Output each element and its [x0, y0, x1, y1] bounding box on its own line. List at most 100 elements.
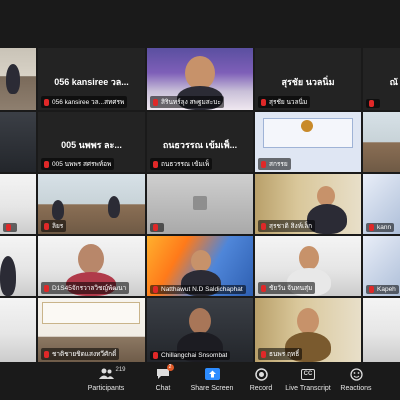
participants-button[interactable]: 219 Participants	[76, 367, 136, 392]
mic-muted-icon	[153, 224, 158, 231]
name-label: 005 นพพร สศรพท์อพ	[41, 158, 115, 170]
reactions-icon	[349, 367, 363, 381]
video-feed	[0, 112, 36, 172]
name-label: สกรรย	[258, 158, 291, 170]
live-transcript-label: Live Transcript	[285, 385, 331, 392]
reactions-button[interactable]: Reactions	[326, 367, 386, 392]
video-tile[interactable]: Chillangchai Snsombat	[147, 298, 253, 362]
video-tile[interactable]: สุรชาติ สิงห์เล็ก	[255, 174, 361, 234]
participant-head	[317, 186, 335, 206]
name-label: ลิยร	[41, 220, 67, 232]
video-tile[interactable]: ถนธวรรณ เข้มเพ็... ถนธวรรณ เข้มเพ็	[147, 112, 253, 172]
participant-name: 056 kansiree วล...	[54, 77, 129, 88]
mic-muted-icon	[261, 98, 266, 106]
mic-muted-icon	[153, 286, 158, 293]
name-label: D1S45จักรวาลวิชญ์พัฒนา	[41, 282, 130, 294]
mic-muted-icon	[261, 222, 266, 230]
video-tile[interactable]: D1S45จักรวาลวิชญ์พัฒนา	[38, 236, 145, 296]
reactions-label: Reactions	[340, 385, 372, 392]
name-label: ชาติชายชิดแสงทวีศักดิ์	[41, 348, 120, 360]
record-icon	[254, 367, 268, 381]
mic-muted-icon	[44, 284, 49, 292]
video-gallery: 056 kansiree วล... 056 kansiree วล...สทศ…	[0, 48, 400, 362]
mic-muted-icon	[369, 286, 374, 293]
mic-muted-icon	[153, 160, 158, 168]
share-screen-icon	[204, 368, 220, 380]
mic-muted-icon	[369, 100, 374, 107]
video-tile[interactable]: 005 นพพร ละ... 005 นพพร สศรพท์อพ	[38, 112, 145, 172]
name-label: kann	[366, 223, 395, 232]
participant-name: ณั	[389, 77, 398, 88]
mic-muted-icon	[153, 98, 158, 106]
camera-off-icon	[193, 196, 207, 210]
mic-muted-icon	[261, 284, 266, 292]
name-label: สิรินทร์ลุง สพฐมสะบะ	[150, 96, 224, 108]
video-feed	[363, 112, 400, 172]
participant-figure	[52, 200, 64, 220]
name-label: 056 kansiree วล...สทศรพ	[41, 96, 128, 108]
name-label: ชัยวัน จันทนสุ่ม	[258, 282, 316, 294]
video-tile[interactable]: ธนพร ฤทธิ์	[255, 298, 361, 362]
video-tile[interactable]	[147, 174, 253, 234]
video-tile[interactable]: ชาติชายชิดแสงทวีศักดิ์	[38, 298, 145, 362]
name-label	[366, 99, 380, 108]
mic-muted-icon	[44, 160, 49, 168]
video-tile[interactable]: ณั	[363, 48, 400, 110]
video-tile[interactable]: สุรชัย นวลนิ่ม สุรชัย นวลนิ่ม	[255, 48, 361, 110]
mic-muted-icon	[6, 224, 11, 231]
participant-head	[78, 244, 104, 274]
seal-icon	[301, 120, 313, 132]
chat-badge: 2	[166, 364, 174, 371]
name-label: Chillangchai Snsombat	[150, 351, 231, 360]
video-tile[interactable]: สกรรย	[255, 112, 361, 172]
participants-label: Participants	[87, 385, 125, 392]
video-tile[interactable]	[363, 298, 400, 362]
video-tile[interactable]	[0, 174, 36, 234]
video-tile[interactable]: ชัยวัน จันทนสุ่ม	[255, 236, 361, 296]
participant-figure	[108, 196, 120, 218]
name-label: สุรชัย นวลนิ่ม	[258, 96, 311, 108]
participant-name: ถนธวรรณ เข้มเพ็...	[162, 140, 238, 151]
video-feed	[363, 298, 400, 362]
name-label	[150, 223, 164, 232]
participant-figure	[0, 256, 16, 296]
video-tile[interactable]: 056 kansiree วล... 056 kansiree วล...สทศ…	[38, 48, 145, 110]
share-screen-label: Share Screen	[190, 385, 234, 392]
participant-head	[297, 308, 319, 334]
participant-figure	[6, 64, 20, 94]
video-tile[interactable]	[0, 236, 36, 296]
participant-head	[185, 56, 215, 90]
chat-label: Chat	[155, 385, 171, 392]
video-tile[interactable]	[0, 112, 36, 172]
video-tile[interactable]	[0, 298, 36, 362]
video-tile[interactable]: kann	[363, 174, 400, 234]
mic-muted-icon	[261, 160, 266, 168]
video-tile[interactable]: Natthawut N.D Saldichaphat	[147, 236, 253, 296]
participants-icon	[98, 368, 114, 379]
video-tile[interactable]	[0, 48, 36, 110]
closed-caption-icon: CC	[300, 368, 316, 380]
video-feed	[0, 298, 36, 362]
name-label	[3, 223, 17, 232]
video-tile[interactable]	[363, 112, 400, 172]
mic-muted-icon	[44, 222, 49, 230]
mic-muted-icon	[153, 352, 158, 359]
name-label: สุรชาติ สิงห์เล็ก	[258, 220, 316, 232]
video-tile[interactable]: สิรินทร์ลุง สพฐมสะบะ	[147, 48, 253, 110]
participants-count: 219	[115, 367, 126, 373]
record-label: Record	[249, 385, 273, 392]
mic-muted-icon	[44, 350, 49, 358]
participant-head	[189, 308, 211, 334]
name-label: ธนพร ฤทธิ์	[258, 348, 303, 360]
video-tile[interactable]: ลิยร	[38, 174, 145, 234]
participant-name: 005 นพพร ละ...	[61, 140, 122, 151]
mic-muted-icon	[44, 98, 49, 106]
participant-head	[191, 250, 211, 272]
name-label: ถนธวรรณ เข้มเพ็	[150, 158, 213, 170]
meeting-toolbar: 219 Participants 2 Chat Share Screen Rec…	[0, 364, 400, 400]
participant-head	[299, 246, 319, 270]
sign-board	[42, 302, 140, 324]
mic-muted-icon	[369, 224, 374, 231]
video-tile[interactable]: Kapeh	[363, 236, 400, 296]
mic-muted-icon	[261, 350, 266, 358]
